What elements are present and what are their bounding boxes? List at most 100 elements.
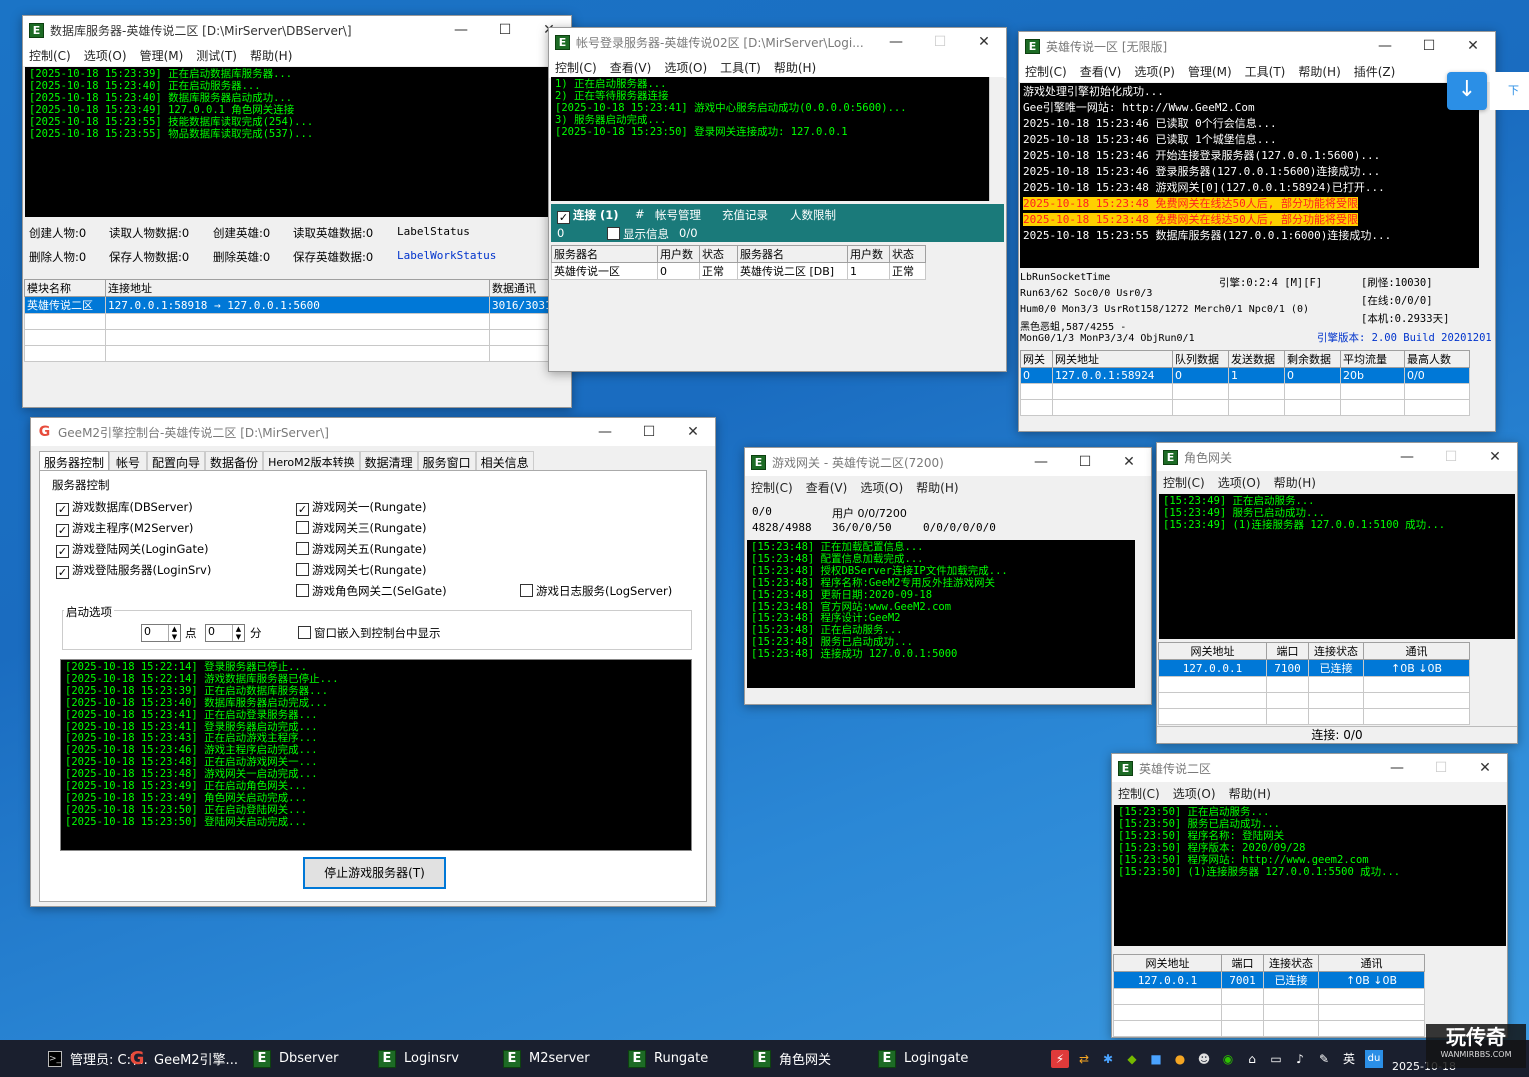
taskbar-item-geem2[interactable]: G GeeM2引擎... bbox=[128, 1040, 253, 1077]
taskbar-item-logingate[interactable]: E Logingate bbox=[878, 1040, 1003, 1077]
service-checkbox-item[interactable]: ✓ 游戏主程序(M2Server) bbox=[56, 520, 193, 537]
maximize-icon[interactable]: ☐ bbox=[1063, 448, 1107, 476]
menu-item[interactable]: 查看(V) bbox=[806, 479, 848, 496]
taskbar-item-rungate[interactable]: E Rungate bbox=[628, 1040, 753, 1077]
ime-indicator[interactable]: 英 bbox=[1339, 1050, 1359, 1068]
title-bar[interactable]: E 游戏网关 - 英雄传说二区(7200) — ☐ ✕ bbox=[745, 448, 1151, 476]
rungate-window[interactable]: E 游戏网关 - 英雄传说二区(7200) — ☐ ✕ 控制(C) 查看(V) 选项(O)… bbox=[744, 447, 1152, 705]
checkbox[interactable] bbox=[296, 563, 309, 576]
logingate-window[interactable]: E 英雄传说二区 — ☐ ✕ 控制(C) 选项(O) 帮助(H) [15:23:50] 正… bbox=[1111, 753, 1508, 1038]
taskbar-item-m2server[interactable]: E M2server bbox=[503, 1040, 628, 1077]
table-row[interactable]: 英雄传说二区 127.0.0.1:58918 → 127.0.0.1:5600 30… bbox=[24, 296, 570, 314]
embed-checkbox[interactable] bbox=[298, 626, 311, 639]
menu-item[interactable]: 帮助(H) bbox=[774, 59, 816, 76]
module-grid[interactable]: 模块名称 连接地址 数据通讯 英雄传说二区 127.0.0.1:58918 → 127… bbox=[24, 279, 570, 362]
scrollbar[interactable] bbox=[989, 77, 1004, 201]
menu-item[interactable]: 测试(T) bbox=[196, 47, 237, 64]
column-header[interactable]: 队列数据 bbox=[1172, 350, 1229, 368]
table-row[interactable]: 127.0.0.1 7100 已连接 ↑0B ↓0B bbox=[1158, 659, 1470, 677]
menu-item[interactable]: 工具(T) bbox=[720, 59, 761, 76]
dbserver-window[interactable]: E 数据库服务器-英雄传说二区 [D:\MirServer\DBServer\] … bbox=[22, 15, 572, 408]
user-limit-button[interactable]: 人数限制 bbox=[790, 207, 836, 223]
title-bar[interactable]: G GeeM2引擎控制台-英雄传说二区 [D:\MirServer\] — ☐ ✕ bbox=[31, 418, 715, 446]
menu-item[interactable]: 选项(O) bbox=[860, 479, 903, 496]
menu-item[interactable]: 选项(P) bbox=[1134, 63, 1175, 80]
volume-icon[interactable]: ♪ bbox=[1291, 1050, 1309, 1068]
maximize-icon[interactable]: ☐ bbox=[918, 28, 962, 56]
scrollbar[interactable] bbox=[1135, 540, 1150, 688]
menu-item[interactable]: 帮助(H) bbox=[1274, 474, 1316, 491]
display-icon[interactable]: ▭ bbox=[1267, 1050, 1285, 1068]
column-header[interactable]: 服务器名 bbox=[737, 245, 848, 263]
nvidia-icon[interactable]: ◆ bbox=[1123, 1050, 1141, 1068]
menu-item[interactable]: 查看(V) bbox=[1080, 63, 1122, 80]
download-label[interactable]: 下载 bbox=[1490, 72, 1529, 110]
menu-item[interactable]: 管理(M) bbox=[1188, 63, 1232, 80]
close-icon[interactable]: ✕ bbox=[1107, 448, 1151, 476]
column-header[interactable]: 网关地址 bbox=[1052, 350, 1173, 368]
minimize-icon[interactable]: — bbox=[1363, 32, 1407, 60]
close-icon[interactable]: ✕ bbox=[1463, 754, 1507, 782]
stop-server-button[interactable]: 停止游戏服务器(T) bbox=[303, 857, 446, 889]
qq-icon[interactable]: ☻ bbox=[1195, 1050, 1213, 1068]
loginsrv-window[interactable]: E 帐号登录服务器-英雄传说02区 [D:\MirServer\Logi... —… bbox=[548, 27, 1007, 372]
scrollbar[interactable] bbox=[1479, 83, 1494, 268]
taskbar-item-cmd[interactable]: >_ 管理员: C:\... bbox=[0, 1040, 148, 1077]
checkbox[interactable]: ✓ bbox=[56, 545, 69, 558]
menu-item[interactable]: 控制(C) bbox=[1025, 63, 1067, 80]
close-icon[interactable]: ✕ bbox=[962, 28, 1006, 56]
service-checkbox-item[interactable]: 游戏日志服务(LogServer) bbox=[520, 583, 672, 599]
maximize-icon[interactable]: ☐ bbox=[1429, 443, 1473, 471]
title-bar[interactable]: E 英雄传说一区 [无限版] — ☐ ✕ bbox=[1019, 32, 1495, 60]
download-button[interactable]: ↓ bbox=[1447, 72, 1487, 110]
network-share-icon[interactable]: ⇄ bbox=[1075, 1050, 1093, 1068]
service-checkbox-item[interactable]: 游戏网关五(Rungate) bbox=[296, 541, 426, 557]
column-header[interactable]: 连接状态 bbox=[1308, 642, 1364, 660]
column-header[interactable]: 通讯 bbox=[1363, 642, 1470, 660]
menu-item[interactable]: 帮助(H) bbox=[250, 47, 292, 64]
gate-grid[interactable]: 网关地址 端口 连接状态 通讯 127.0.0.1 7001 已连接 ↑0B ↓0B bbox=[1113, 954, 1425, 1037]
checkbox[interactable]: ✓ bbox=[296, 503, 309, 516]
column-header[interactable]: 用户数 bbox=[657, 245, 700, 263]
column-header[interactable]: 端口 bbox=[1221, 954, 1264, 972]
selgate-window[interactable]: E 角色网关 — ☐ ✕ 控制(C) 选项(O) 帮助(H) [15:23:49] 正在启… bbox=[1156, 442, 1518, 744]
maximize-icon[interactable]: ☐ bbox=[483, 16, 527, 44]
menu-item[interactable]: 控制(C) bbox=[29, 47, 71, 64]
menu-item[interactable]: 控制(C) bbox=[1118, 785, 1160, 802]
column-header[interactable]: 模块名称 bbox=[24, 279, 106, 297]
column-header[interactable]: 通讯 bbox=[1318, 954, 1425, 972]
title-bar[interactable]: E 角色网关 — ☐ ✕ bbox=[1157, 443, 1517, 471]
maximize-icon[interactable]: ☐ bbox=[1419, 754, 1463, 782]
title-bar[interactable]: E 英雄传说二区 — ☐ ✕ bbox=[1112, 754, 1507, 782]
server-grid[interactable]: 服务器名 用户数 状态 服务器名 用户数 状态 英雄传说一区 0 正常 英雄传说二区 [DB] 1… bbox=[551, 245, 926, 280]
column-header[interactable]: 网关地址 bbox=[1158, 642, 1267, 660]
app-tray-icon[interactable]: ⚡ bbox=[1051, 1049, 1069, 1068]
column-header[interactable]: 网关地址 bbox=[1113, 954, 1222, 972]
minute-spinner[interactable]: 0 ▲ ▼ bbox=[205, 624, 245, 642]
table-row[interactable]: 127.0.0.1 7001 已连接 ↑0B ↓0B bbox=[1113, 971, 1425, 989]
wechat-icon[interactable]: ◉ bbox=[1219, 1050, 1237, 1068]
minimize-icon[interactable]: — bbox=[1375, 754, 1419, 782]
service-checkbox-item[interactable]: 游戏网关三(Rungate) bbox=[296, 520, 426, 536]
menu-item[interactable]: 控制(C) bbox=[555, 59, 597, 76]
column-header[interactable]: 端口 bbox=[1266, 642, 1309, 660]
connection-checkbox[interactable]: ✓ bbox=[557, 211, 570, 224]
taskbar-item-loginsrv[interactable]: E Loginsrv bbox=[378, 1040, 503, 1077]
column-header[interactable]: 最高人数 bbox=[1404, 350, 1470, 368]
bluetooth-icon[interactable]: ✱ bbox=[1099, 1050, 1117, 1068]
service-checkbox-item[interactable]: ✓ 游戏数据库(DBServer) bbox=[56, 499, 193, 516]
pen-icon[interactable]: ✎ bbox=[1315, 1050, 1333, 1068]
minimize-icon[interactable]: — bbox=[439, 16, 483, 44]
column-header[interactable]: 状态 bbox=[889, 245, 926, 263]
minimize-icon[interactable]: — bbox=[1385, 443, 1429, 471]
column-header[interactable]: 网关 bbox=[1020, 350, 1053, 368]
hour-spinner[interactable]: 0 ▲ ▼ bbox=[141, 624, 181, 642]
menu-item[interactable]: 帮助(H) bbox=[916, 479, 958, 496]
column-header[interactable]: 用户数 bbox=[847, 245, 890, 263]
menu-item[interactable]: 控制(C) bbox=[751, 479, 793, 496]
service-checkbox-item[interactable]: ✓ 游戏登陆网关(LoginGate) bbox=[56, 541, 209, 558]
menu-item[interactable]: 帮助(H) bbox=[1298, 63, 1340, 80]
checkbox[interactable]: ✓ bbox=[56, 566, 69, 579]
account-manage-button[interactable]: 帐号管理 bbox=[655, 207, 701, 223]
close-icon[interactable]: ✕ bbox=[1473, 443, 1517, 471]
